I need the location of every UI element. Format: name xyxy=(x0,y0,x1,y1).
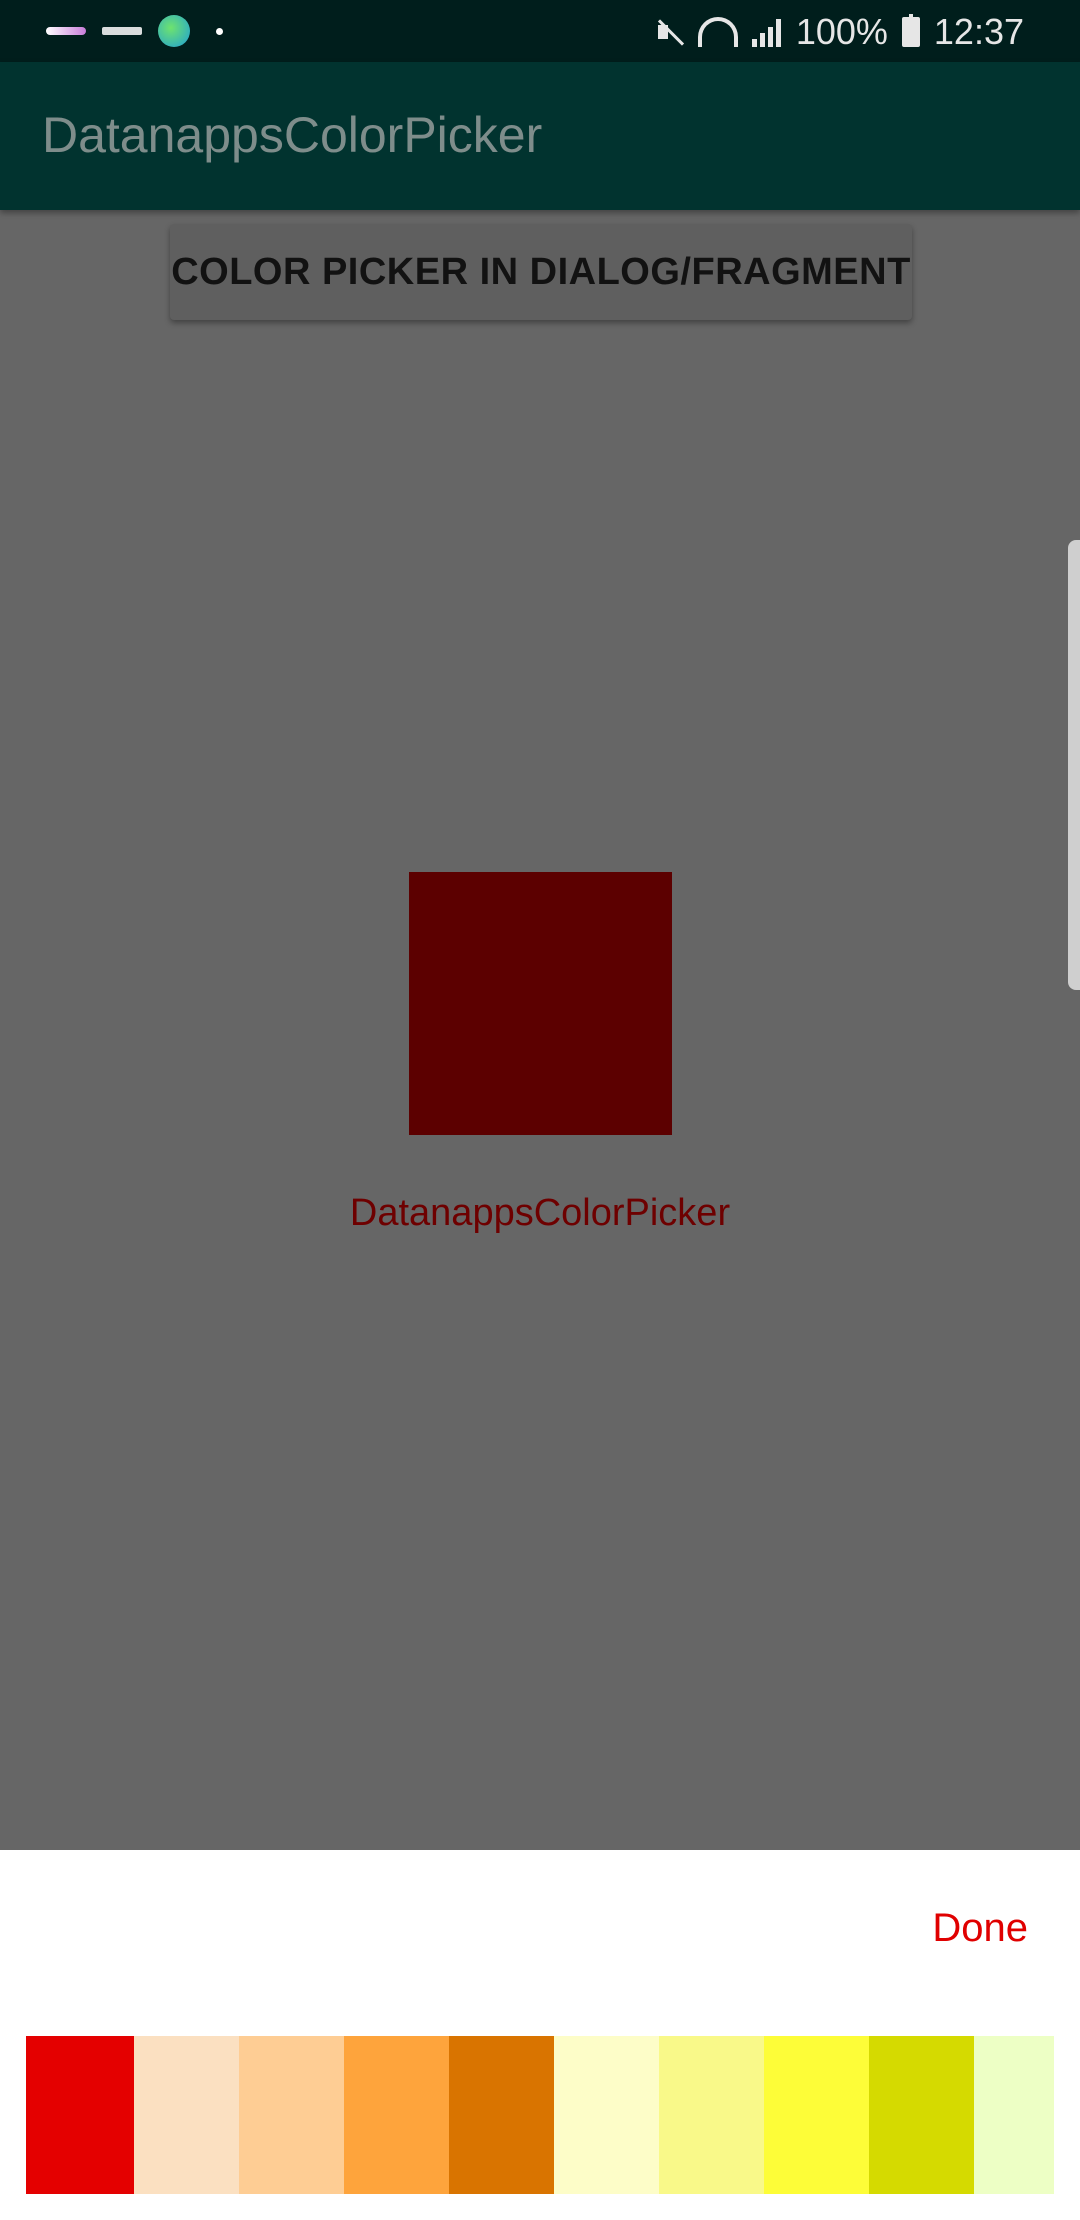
signal-icon xyxy=(751,17,782,47)
mute-icon xyxy=(654,17,684,47)
edge-panel-handle[interactable] xyxy=(1068,540,1080,990)
color-swatch[interactable] xyxy=(869,2036,974,2194)
status-bar: 100% 12:37 xyxy=(0,0,1080,62)
notification-icons xyxy=(46,14,223,48)
color-swatch[interactable] xyxy=(974,2036,1054,2194)
preview-label: DatanappsColorPicker xyxy=(349,1192,731,1234)
color-swatch[interactable] xyxy=(764,2036,869,2194)
color-picker-dialog-button[interactable]: COLOR PICKER IN DIALOG/FRAGMENT xyxy=(170,224,912,320)
wifi-icon xyxy=(697,17,738,47)
app-bar: DatanappsColorPicker xyxy=(0,62,1080,210)
system-icons: 100% 12:37 xyxy=(654,8,1024,56)
color-swatch[interactable] xyxy=(344,2036,449,2194)
app-title: DatanappsColorPicker xyxy=(42,107,543,163)
battery-icon xyxy=(901,14,920,47)
color-picker-sheet: Done xyxy=(0,1850,1080,2220)
clock: 12:37 xyxy=(933,11,1024,52)
selected-color-preview xyxy=(409,872,672,1135)
color-swatch[interactable] xyxy=(554,2036,659,2194)
dot-icon xyxy=(216,27,223,35)
color-swatch[interactable] xyxy=(134,2036,239,2194)
color-swatch[interactable] xyxy=(239,2036,344,2194)
battery-percent: 100% xyxy=(795,11,888,52)
globe-icon xyxy=(158,15,190,47)
color-swatch[interactable] xyxy=(449,2036,554,2194)
done-button[interactable]: Done xyxy=(932,1906,1028,1951)
notification-icon xyxy=(102,27,142,35)
color-swatch[interactable] xyxy=(26,2036,134,2194)
color-palette xyxy=(26,2036,1054,2194)
color-swatch[interactable] xyxy=(659,2036,764,2194)
notification-icon xyxy=(46,27,86,35)
